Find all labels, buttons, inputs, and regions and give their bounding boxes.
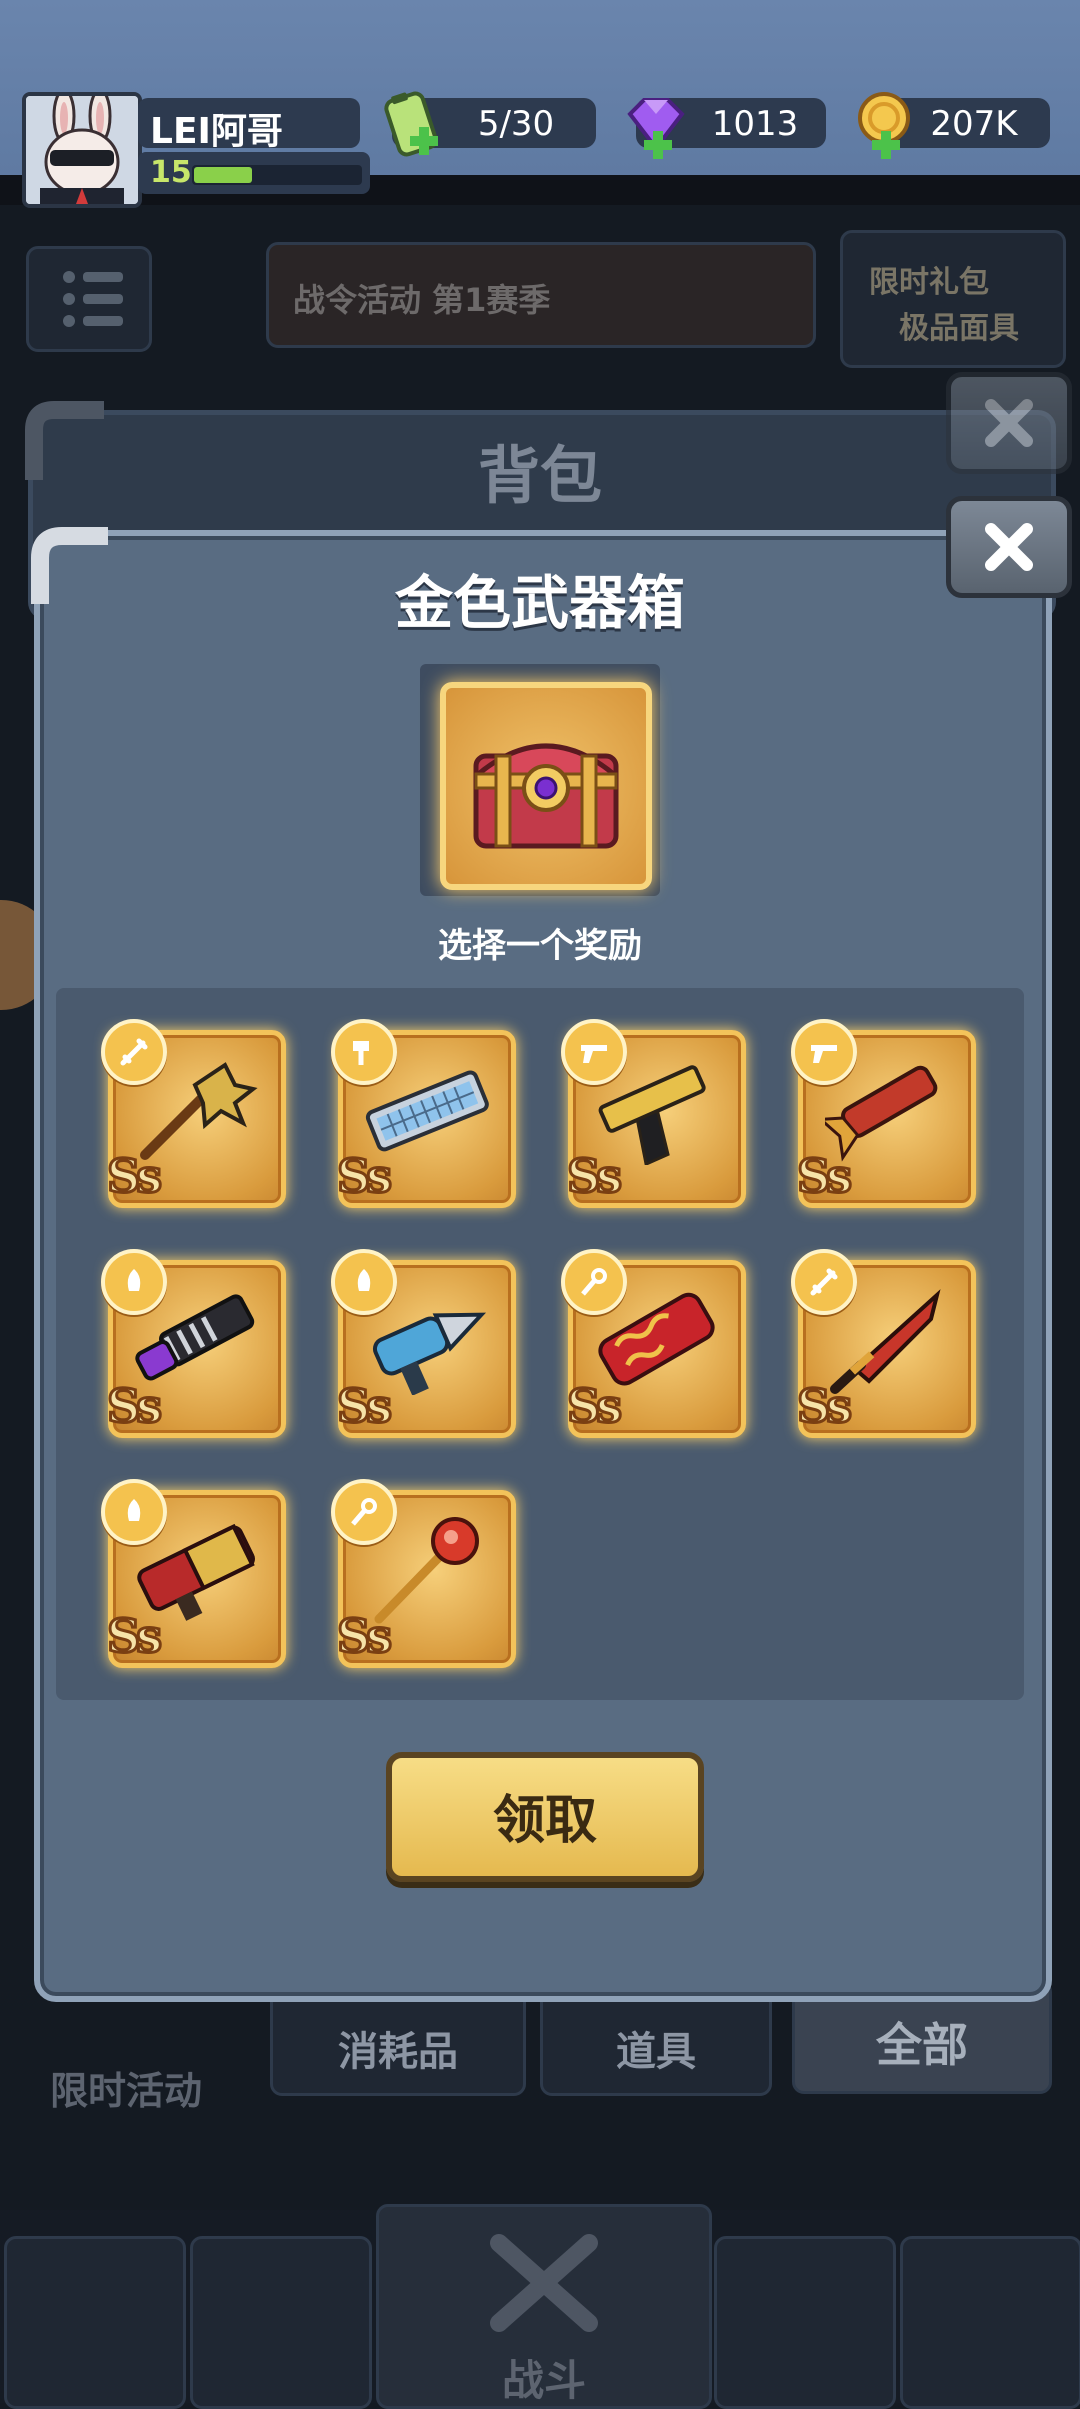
bag-title: 背包 <box>477 439 602 512</box>
gold-count: 207K <box>930 104 1018 144</box>
bunny-avatar-icon <box>26 96 138 204</box>
crossed-swords-icon <box>490 2234 598 2332</box>
reward-item-8[interactable]: Ss <box>791 1249 976 1438</box>
nav-battle-label: 战斗 <box>501 2356 586 2405</box>
nav-item-1[interactable] <box>4 2236 186 2409</box>
rank-label: Ss <box>795 1378 853 1435</box>
reward-item-9[interactable]: Ss <box>101 1479 286 1668</box>
choose-reward-label: 选择一个奖励 <box>438 926 642 966</box>
player-level: 15 <box>150 155 192 190</box>
reward-item-7[interactable]: Ss <box>561 1249 746 1438</box>
rank-label: Ss <box>105 1148 163 1205</box>
energy-battery-icon[interactable] <box>380 90 446 166</box>
xp-bar-fill <box>194 167 252 183</box>
reward-item-2[interactable]: Ss <box>331 1019 516 1208</box>
gem-icon[interactable] <box>620 92 692 166</box>
energy-count: 5/30 <box>477 104 555 144</box>
reward-item-3[interactable]: Ss <box>561 1019 746 1208</box>
modal-title: 金色武器箱 <box>394 569 685 637</box>
promo-banner-line2: 极品面具 <box>899 311 1019 346</box>
menu-button[interactable] <box>26 246 152 352</box>
side-label: 限时活动 <box>50 2069 203 2113</box>
rank-label: Ss <box>335 1608 393 1665</box>
tab-all-label: 全部 <box>876 2018 968 2072</box>
bag-close-button[interactable] <box>946 372 1072 474</box>
event-banner-label: 战令活动 第1赛季 <box>293 281 551 319</box>
claim-button-label: 领取 <box>492 1791 597 1851</box>
tab-consumables-label: 消耗品 <box>338 2029 458 2075</box>
tab-items-label: 道具 <box>616 2029 696 2075</box>
rank-label: Ss <box>335 1148 393 1205</box>
rank-label: Ss <box>565 1148 623 1205</box>
rank-label: Ss <box>105 1378 163 1435</box>
player-name: LEI阿哥 <box>150 111 283 152</box>
tab-consumables[interactable]: 消耗品 <box>270 1990 526 2096</box>
rank-label: Ss <box>795 1148 853 1205</box>
pipe-corner-icon <box>24 400 104 484</box>
nav-item-5[interactable] <box>900 2236 1080 2409</box>
rank-label: Ss <box>335 1378 393 1435</box>
rank-label: Ss <box>565 1378 623 1435</box>
reward-item-4[interactable]: Ss <box>791 1019 976 1208</box>
avatar[interactable] <box>22 92 142 208</box>
nav-item-4[interactable] <box>714 2236 896 2409</box>
reward-item-5[interactable]: Ss <box>101 1249 286 1438</box>
gold-coin-icon[interactable] <box>850 88 922 168</box>
promo-banner[interactable]: 限时礼包 极品面具 <box>840 230 1066 368</box>
event-banner[interactable]: 战令活动 第1赛季 <box>266 242 816 348</box>
nav-item-2[interactable] <box>190 2236 372 2409</box>
reward-item-1[interactable]: Ss <box>101 1019 286 1208</box>
nav-battle[interactable]: 战斗 <box>376 2204 712 2409</box>
tab-items[interactable]: 道具 <box>540 1990 772 2096</box>
golden-chest-card <box>440 682 652 890</box>
gems-count: 1013 <box>711 104 799 144</box>
reward-item-10[interactable]: Ss <box>331 1479 516 1668</box>
reward-item-6[interactable]: Ss <box>331 1249 516 1438</box>
menu-list-icon <box>63 271 123 327</box>
treasure-chest-icon <box>473 743 619 849</box>
rank-label: Ss <box>105 1608 163 1665</box>
close-icon <box>985 399 1033 447</box>
promo-banner-line1: 限时礼包 <box>869 265 989 300</box>
